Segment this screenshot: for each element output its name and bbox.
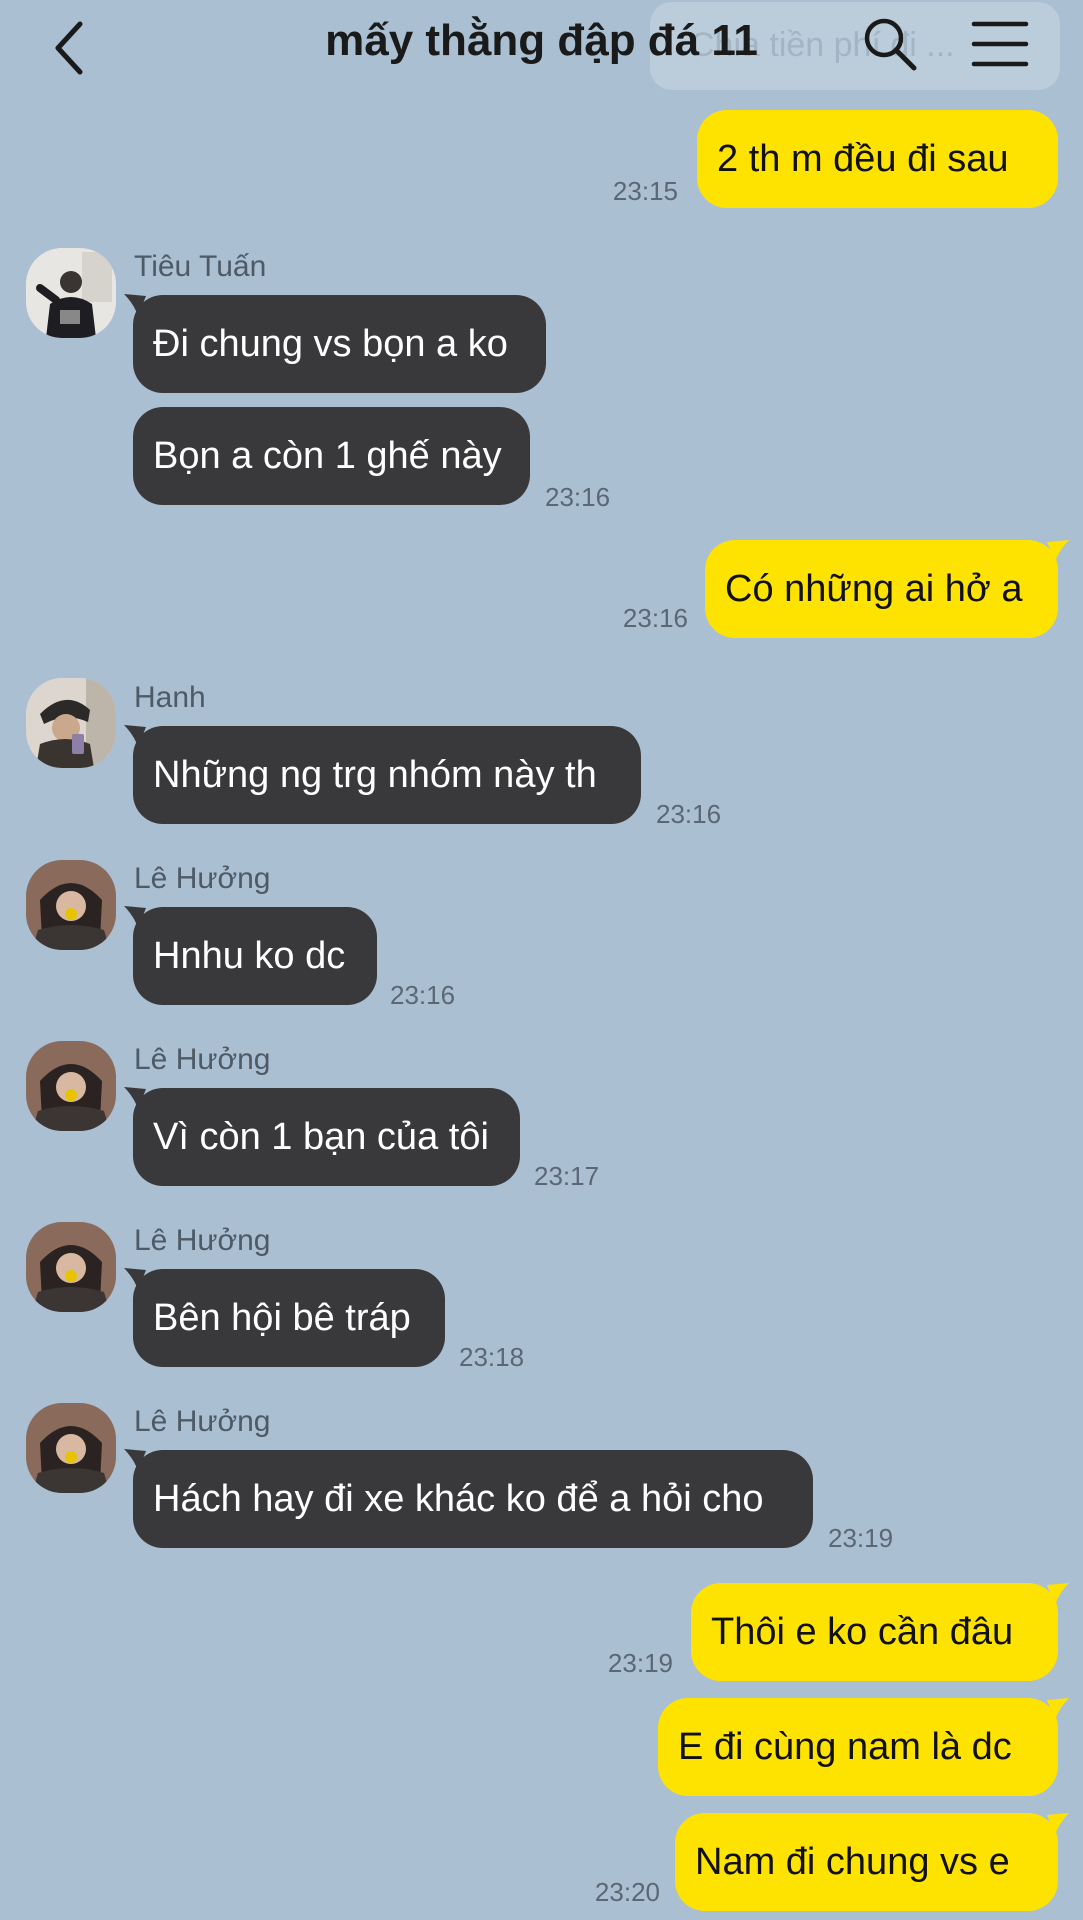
- chat-header: Chia tiền phí đi ... mấy thằng đập đá 11: [0, 0, 1083, 96]
- avatar[interactable]: [26, 1222, 116, 1312]
- avatar-image: [26, 248, 116, 338]
- message-time: 23:17: [534, 1161, 600, 1191]
- message-time: 23:20: [594, 1877, 660, 1907]
- sender-name: Lê Hưởng: [134, 1224, 271, 1257]
- avatar[interactable]: [26, 1403, 116, 1493]
- chat-title: mấy thằng đập đá 11: [325, 16, 758, 65]
- message-time: 23:15: [612, 176, 678, 206]
- chevron-left-icon: [55, 21, 83, 75]
- message-time: 23:16: [545, 482, 611, 512]
- incoming-message-bubble[interactable]: Hnhu ko dc: [133, 907, 377, 1005]
- outgoing-message-bubble[interactable]: E đi cùng nam là dc: [658, 1698, 1058, 1796]
- menu-button[interactable]: [970, 16, 1030, 72]
- outgoing-message-bubble[interactable]: Thôi e ko cần đâu: [691, 1583, 1058, 1681]
- sender-name: Tiêu Tuấn: [134, 250, 267, 283]
- avatar-image: [26, 1403, 116, 1493]
- avatar[interactable]: [26, 1041, 116, 1131]
- avatar[interactable]: [26, 860, 116, 950]
- sender-name: Lê Hưởng: [134, 862, 271, 895]
- message-time: 23:16: [622, 603, 688, 633]
- outgoing-message-bubble[interactable]: Có những ai hở a: [705, 540, 1058, 638]
- message-time: 23:19: [607, 1648, 673, 1678]
- avatar[interactable]: [26, 248, 116, 338]
- sender-name: Lê Hưởng: [134, 1405, 271, 1438]
- search-icon: [864, 18, 917, 71]
- incoming-message-bubble[interactable]: Bên hội bê tráp: [133, 1269, 445, 1367]
- outgoing-message-bubble[interactable]: Nam đi chung vs e: [675, 1813, 1058, 1911]
- avatar-image: [26, 860, 116, 950]
- incoming-message-bubble[interactable]: Đi chung vs bọn a ko: [133, 295, 546, 393]
- message-time: 23:16: [390, 980, 456, 1010]
- message-time: 23:18: [459, 1342, 525, 1372]
- chat-screen: Chia tiền phí đi ... mấy thằng đập đá 11…: [0, 0, 1083, 1920]
- avatar-image: [26, 1222, 116, 1312]
- avatar-image: [26, 1041, 116, 1131]
- incoming-message-bubble[interactable]: Bọn a còn 1 ghế này: [133, 407, 530, 505]
- sender-name: Hanh: [134, 681, 206, 714]
- incoming-message-bubble[interactable]: Những ng trg nhóm này th: [133, 726, 641, 824]
- incoming-message-bubble[interactable]: Hách hay đi xe khác ko để a hỏi cho: [133, 1450, 813, 1548]
- incoming-message-bubble[interactable]: Vì còn 1 bạn của tôi: [133, 1088, 520, 1186]
- avatar[interactable]: [26, 678, 116, 768]
- hamburger-menu-icon: [971, 21, 1029, 67]
- outgoing-message-bubble[interactable]: 2 th m đều đi sau: [697, 110, 1058, 208]
- back-button[interactable]: [44, 18, 94, 78]
- sender-name: Lê Hưởng: [134, 1043, 271, 1076]
- search-button[interactable]: [862, 16, 918, 72]
- message-time: 23:19: [828, 1523, 894, 1553]
- avatar-image: [26, 678, 116, 768]
- message-time: 23:16: [656, 799, 722, 829]
